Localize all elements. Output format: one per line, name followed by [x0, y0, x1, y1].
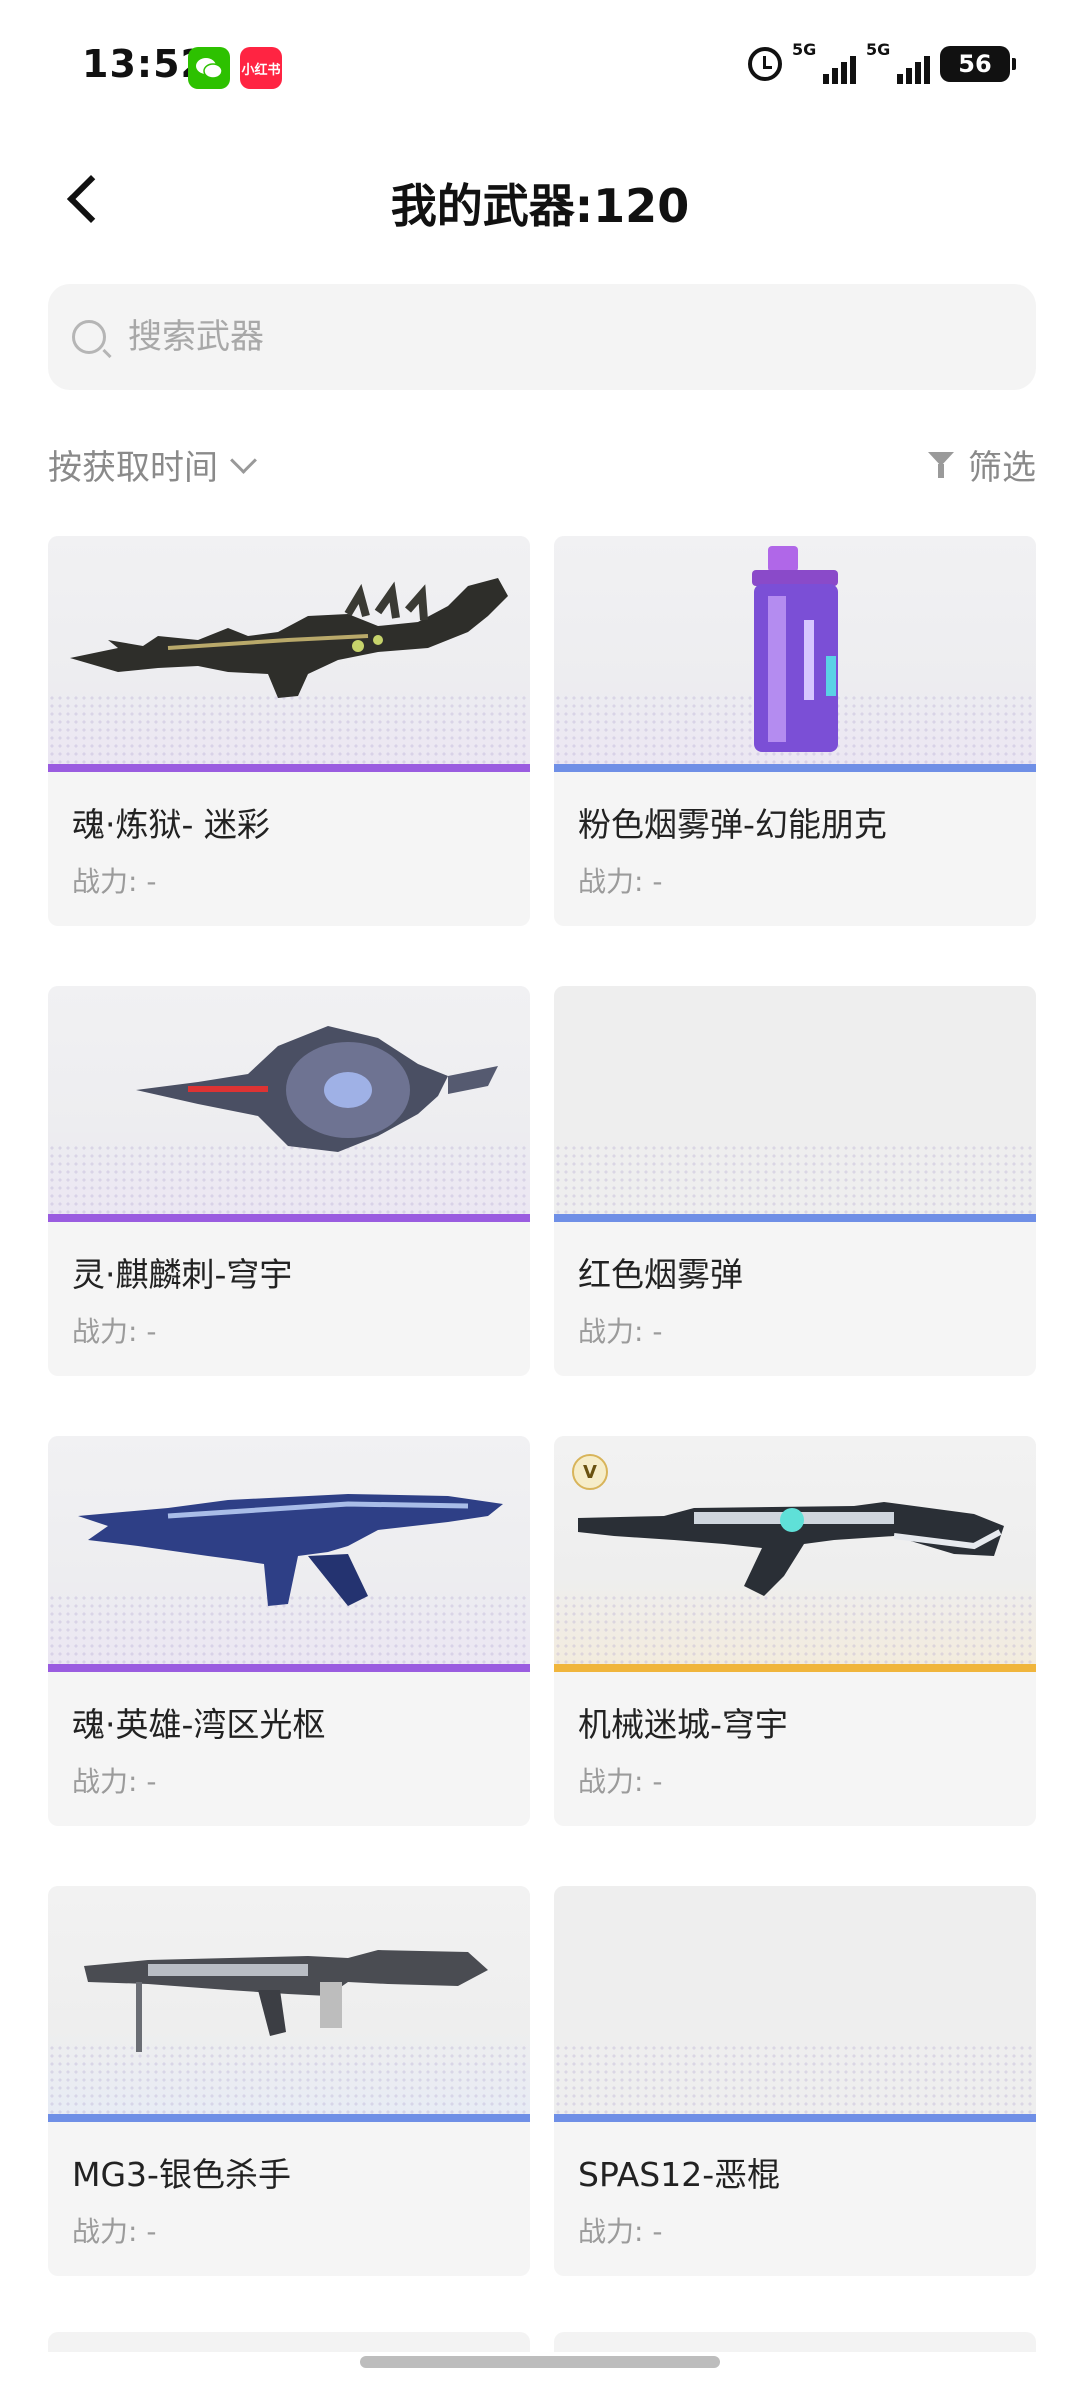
- signal-icon: 5G: [792, 40, 856, 84]
- weapon-card-partial: [48, 2332, 530, 2352]
- weapon-card-partial: [554, 2332, 1036, 2352]
- rarity-bar: [554, 764, 1036, 772]
- weapon-power: 战力: -: [578, 1765, 663, 1798]
- weapon-power: 战力: -: [578, 2215, 663, 2248]
- signal-icon: 5G: [866, 40, 930, 84]
- weapon-card[interactable]: 灵·麒麟刺-穹宇 战力: -: [48, 986, 530, 1376]
- weapon-thumbnail: V: [554, 1436, 1036, 1672]
- weapon-name: 灵·麒麟刺-穹宇: [72, 1255, 293, 1294]
- weapon-card[interactable]: SPAS12-恶棍 战力: -: [554, 1886, 1036, 2276]
- rarity-bar: [554, 1214, 1036, 1222]
- rarity-bar: [48, 1214, 530, 1222]
- search-bar[interactable]: [48, 284, 1036, 390]
- machine-gun-icon: [84, 1950, 488, 2052]
- weapon-name: 魂·炼狱- 迷彩: [72, 805, 270, 844]
- qilin-spear-icon: [136, 1026, 498, 1152]
- rarity-bar: [48, 1664, 530, 1672]
- filter-label: 筛选: [968, 448, 1036, 488]
- weapon-name: 红色烟雾弹: [578, 1255, 743, 1294]
- weapon-card[interactable]: 粉色烟雾弹-幻能朋克 战力: -: [554, 536, 1036, 926]
- weapon-name: SPAS12-恶棍: [578, 2155, 781, 2194]
- weapon-card[interactable]: 红色烟雾弹 战力: -: [554, 986, 1036, 1376]
- search-input[interactable]: [126, 316, 930, 358]
- alarm-icon: [748, 47, 782, 81]
- blue-rifle-icon: [78, 1494, 503, 1606]
- filter-button[interactable]: 筛选: [928, 440, 1036, 489]
- weapon-thumbnail: [554, 536, 1036, 772]
- filter-icon: [928, 450, 958, 480]
- weapon-name: 粉色烟雾弹-幻能朋克: [578, 805, 887, 844]
- weapon-power: 战力: -: [578, 865, 663, 898]
- weapon-card[interactable]: 魂·英雄-湾区光枢 战力: -: [48, 1436, 530, 1826]
- weapon-power: 战力: -: [72, 1765, 157, 1798]
- weapon-power: 战力: -: [578, 1315, 663, 1348]
- smoke-grenade-icon: [752, 546, 838, 752]
- weapon-name: MG3-银色杀手: [72, 2155, 291, 2194]
- weapon-thumbnail-placeholder: [554, 1886, 1036, 2122]
- wechat-notification-icon: [188, 47, 230, 89]
- weapon-thumbnail: [48, 536, 530, 772]
- status-bar: 13:52 小红书 5G 5G 56: [0, 0, 1080, 130]
- weapon-name: 机械迷城-穹宇: [578, 1705, 788, 1744]
- rarity-bar: [48, 2114, 530, 2122]
- network-type: 5G: [866, 40, 891, 59]
- weapon-name: 魂·英雄-湾区光枢: [72, 1705, 326, 1744]
- ak-rifle-icon: [578, 1502, 1004, 1596]
- rarity-bar: [554, 2114, 1036, 2122]
- dragon-rifle-icon: [70, 578, 508, 698]
- weapon-card[interactable]: V 机械迷城-穹宇 战力: -: [554, 1436, 1036, 1826]
- sort-dropdown[interactable]: 按获取时间: [48, 440, 257, 489]
- network-type: 5G: [792, 40, 817, 59]
- page-title: 我的武器:120: [390, 179, 690, 233]
- rarity-bar: [554, 1664, 1036, 1672]
- weapon-power: 战力: -: [72, 865, 157, 898]
- weapon-thumbnail: [48, 1886, 530, 2122]
- weapon-thumbnail: [48, 1436, 530, 1672]
- xiaohongshu-notification-icon: 小红书: [240, 47, 282, 89]
- rarity-bar: [48, 764, 530, 772]
- battery-icon: 56: [940, 46, 1016, 82]
- weapon-thumbnail: [48, 986, 530, 1222]
- weapon-power: 战力: -: [72, 2215, 157, 2248]
- weapon-power: 战力: -: [72, 1315, 157, 1348]
- weapon-thumbnail-placeholder: [554, 986, 1036, 1222]
- home-indicator[interactable]: [360, 2356, 720, 2368]
- weapon-card[interactable]: 魂·炼狱- 迷彩 战力: -: [48, 536, 530, 926]
- weapon-card[interactable]: MG3-银色杀手 战力: -: [48, 1886, 530, 2276]
- chevron-down-icon: [230, 447, 257, 474]
- sort-label: 按获取时间: [48, 448, 218, 488]
- search-icon: [72, 320, 106, 354]
